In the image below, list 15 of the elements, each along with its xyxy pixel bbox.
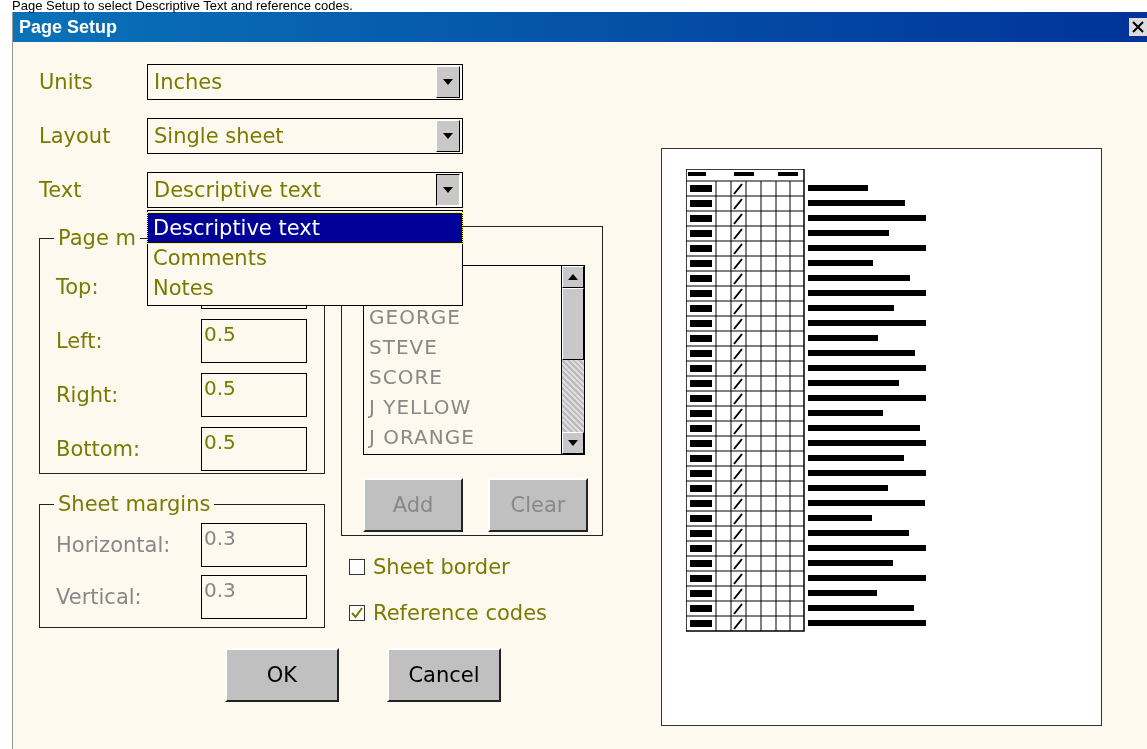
field-label: Bottom:: [56, 437, 141, 461]
group-legend: Sheet margins: [54, 492, 215, 516]
group-legend: Page m: [54, 226, 140, 250]
field-label: Right:: [56, 383, 119, 407]
field-label: Top:: [56, 275, 99, 299]
window-title: Page Setup: [18, 16, 118, 38]
field-label: Horizontal:: [56, 533, 171, 557]
checkbox-label: Sheet border: [373, 555, 510, 579]
field-label: Left:: [56, 329, 103, 353]
caption-text: Page Setup to select Descriptive Text and reference codes.: [11, 0, 354, 12]
field-label: Text: [39, 178, 83, 202]
field-label: Vertical:: [56, 585, 142, 609]
checkbox-label: Reference codes: [373, 601, 547, 625]
field-label: Layout: [39, 124, 112, 148]
field-label: Units: [39, 70, 94, 94]
